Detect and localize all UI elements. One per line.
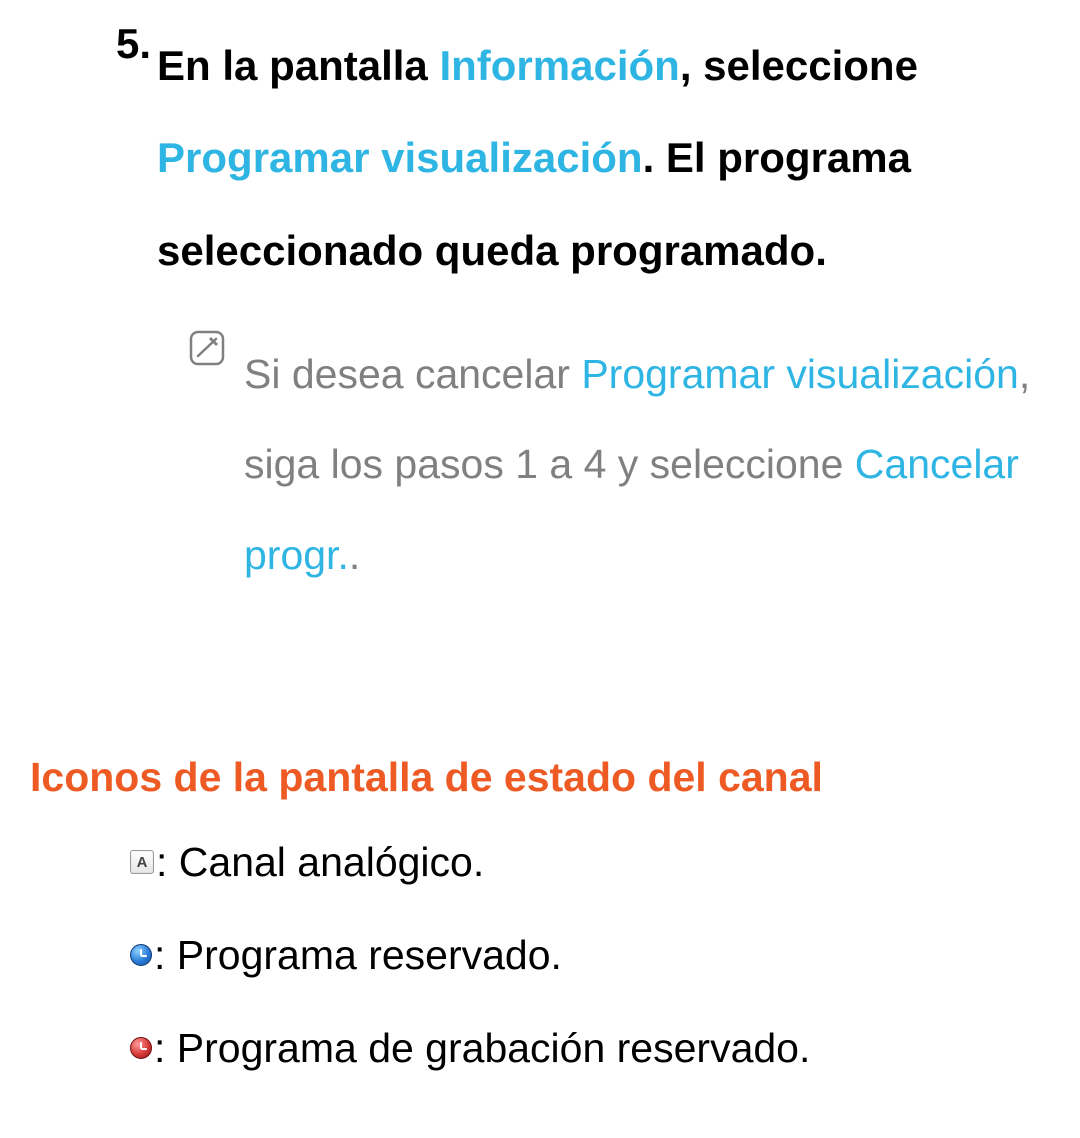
- letter-a-icon: A: [130, 850, 154, 874]
- legend-row-recording-reserved: : Programa de grabación reservado.: [130, 1025, 1050, 1072]
- note-icon: [188, 329, 226, 367]
- section-title: Iconos de la pantalla de estado del cana…: [30, 754, 1050, 801]
- document-page: 5. En la pantalla Información, seleccion…: [0, 0, 1080, 1138]
- clock-blue-icon: [130, 944, 152, 966]
- text-segment: , seleccione: [680, 42, 918, 89]
- text-segment: .: [349, 532, 360, 578]
- step-number: 5.: [116, 20, 151, 68]
- legend-label: : Programa reservado.: [154, 932, 562, 979]
- legend-label: : Programa de grabación reservado.: [154, 1025, 810, 1072]
- highlight-programar-visualizacion: Programar visualización: [157, 134, 643, 181]
- step-text: En la pantalla Información, seleccione P…: [157, 20, 1050, 297]
- analog-badge-icon: A: [130, 850, 154, 874]
- clock-red-icon: [130, 1037, 152, 1059]
- legend-label: : Canal analógico.: [156, 839, 484, 886]
- highlight-programar-visualizacion: Programar visualización: [581, 351, 1019, 397]
- icon-legend-list: A : Canal analógico. : Programa reservad…: [130, 839, 1050, 1072]
- step-5: 5. En la pantalla Información, seleccion…: [116, 20, 1050, 297]
- note-text: Si desea cancelar Programar visualizació…: [244, 329, 1050, 600]
- legend-row-reserved: : Programa reservado.: [130, 932, 1050, 979]
- text-segment: En la pantalla: [157, 42, 439, 89]
- legend-row-analog: A : Canal analógico.: [130, 839, 1050, 886]
- text-segment: Si desea cancelar: [244, 351, 581, 397]
- note-block: Si desea cancelar Programar visualizació…: [188, 329, 1050, 600]
- highlight-informacion: Información: [439, 42, 679, 89]
